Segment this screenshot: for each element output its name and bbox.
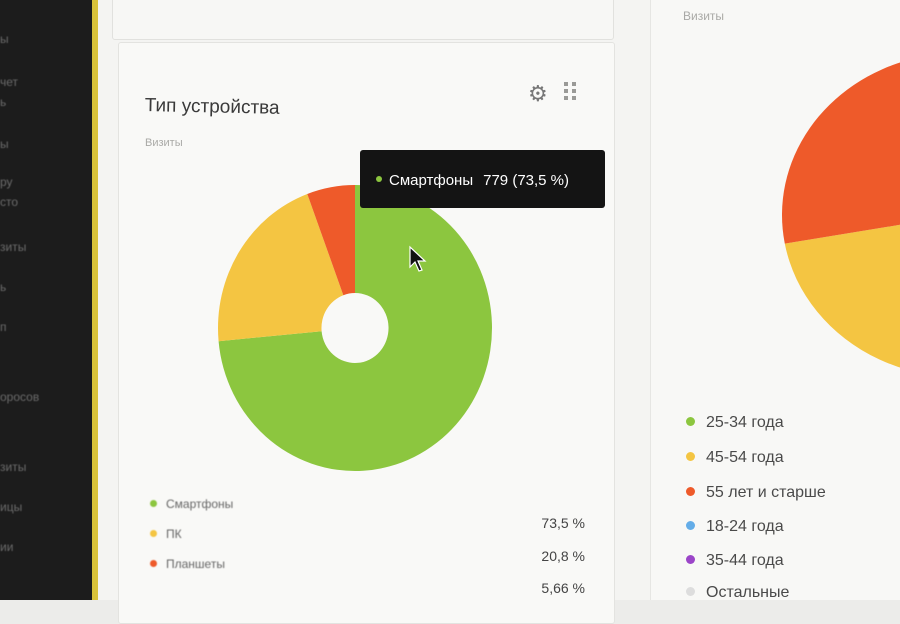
legend-label: Смартфоны	[166, 497, 234, 511]
age-pie-chart	[782, 59, 900, 368]
legend-dot	[686, 487, 695, 497]
legend-label: 25-34 года	[706, 414, 784, 431]
percent-smartphones: 73,5 %	[541, 515, 585, 531]
legend-item-tablets[interactable]: Планшеты	[150, 557, 225, 571]
legend-label: 55 лет и старше	[706, 484, 826, 501]
percent-pc: 20,8 %	[541, 548, 585, 564]
legend-item-18-24[interactable]: 18-24 года	[686, 518, 784, 536]
tooltip-value: 779 (73,5 %)	[483, 172, 570, 189]
legend-label: 35-44 года	[706, 552, 784, 569]
legend-dot	[686, 587, 695, 597]
legend-label: Остальные	[706, 584, 790, 601]
legend-item-35-44[interactable]: 35-44 года	[686, 552, 784, 570]
legend-label: ПК	[166, 527, 182, 541]
legend-label: Планшеты	[166, 557, 225, 571]
legend-dot	[686, 521, 695, 531]
mouse-cursor-icon	[409, 245, 427, 272]
legend-dot	[686, 452, 695, 462]
legend-dot	[686, 417, 695, 427]
pie-slice-3[interactable]	[782, 59, 900, 244]
legend-dot	[686, 555, 695, 565]
percent-tablets: 5,66 %	[541, 580, 585, 596]
legend-item-pc[interactable]: ПК	[150, 527, 182, 541]
tooltip-label: Смартфоны	[389, 172, 474, 189]
legend-item-smartphones[interactable]: Смартфоны	[150, 497, 233, 511]
legend-item-25-34[interactable]: 25-34 года	[686, 414, 784, 432]
charts-svg	[218, 59, 900, 471]
legend-dot	[150, 530, 157, 538]
tooltip-color-dot	[376, 176, 382, 183]
device-pie-chart	[218, 185, 492, 471]
legend-dot	[150, 560, 157, 568]
legend-dot	[150, 500, 157, 508]
legend-item-other[interactable]: Остальные	[686, 584, 789, 602]
chart-tooltip: Смартфоны 779 (73,5 %)	[360, 150, 605, 208]
legend-item-45-54[interactable]: 45-54 года	[686, 449, 784, 467]
legend-item-55-plus[interactable]: 55 лет и старше	[686, 484, 826, 502]
legend-label: 45-54 года	[706, 449, 784, 466]
legend-label: 18-24 года	[706, 518, 784, 535]
